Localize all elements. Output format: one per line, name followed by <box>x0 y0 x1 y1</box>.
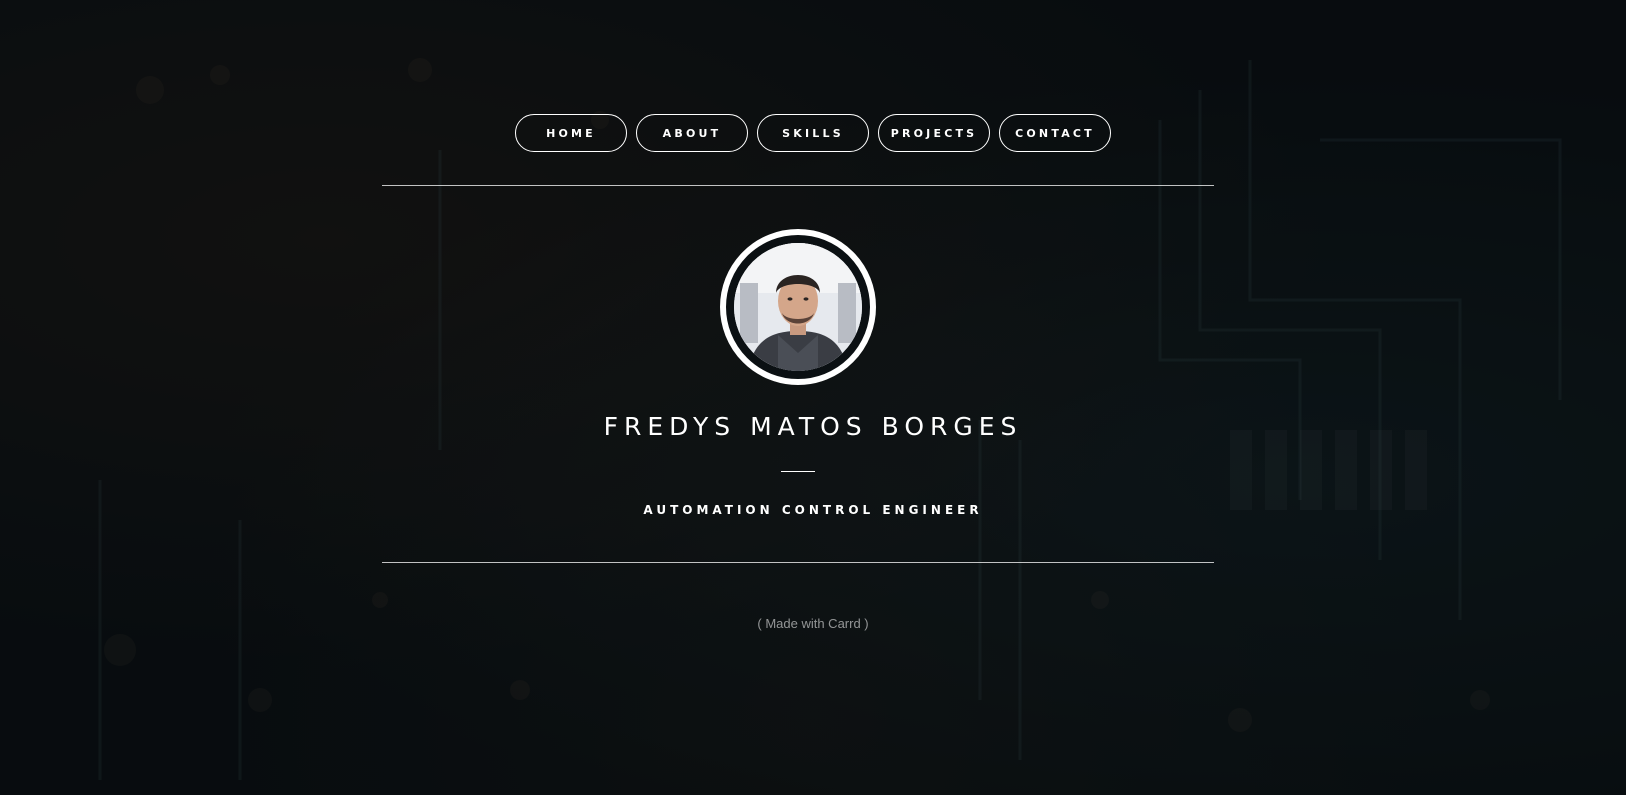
page-content: HOME ABOUT SKILLS PROJECTS CONTACT FREDY… <box>0 0 1626 795</box>
nav-home-button[interactable]: HOME <box>515 114 627 152</box>
nav-projects-button[interactable]: PROJECTS <box>878 114 990 152</box>
profile-name: FREDYS MATOS BORGES <box>603 412 1023 441</box>
main-nav: HOME ABOUT SKILLS PROJECTS CONTACT <box>0 114 1626 152</box>
nav-contact-button[interactable]: CONTACT <box>999 114 1111 152</box>
profile-avatar <box>734 243 862 371</box>
top-divider <box>382 185 1214 186</box>
avatar-frame <box>720 229 876 385</box>
nav-about-button[interactable]: ABOUT <box>636 114 748 152</box>
bottom-divider <box>382 562 1214 563</box>
name-underline <box>781 471 815 472</box>
profile-title: AUTOMATION CONTROL ENGINEER <box>643 503 983 517</box>
made-with-carrd-link[interactable]: ( Made with Carrd ) <box>0 616 1626 631</box>
nav-skills-button[interactable]: SKILLS <box>757 114 869 152</box>
